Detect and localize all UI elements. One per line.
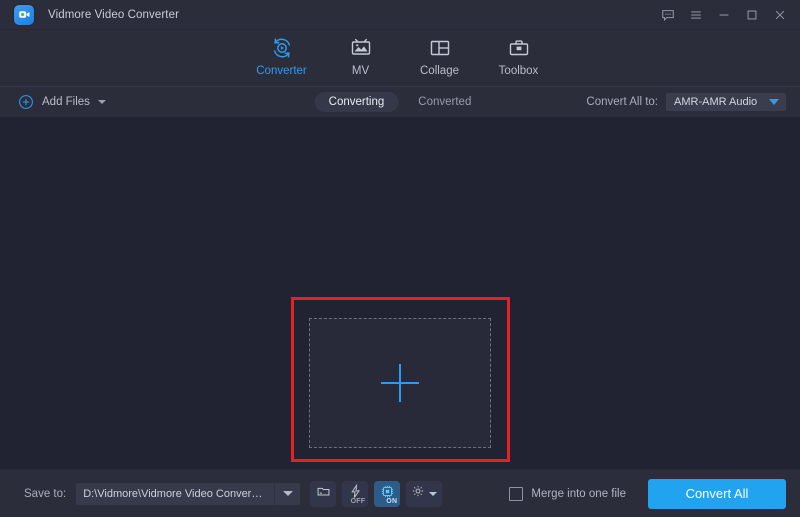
tab-mv[interactable]: MV [321, 30, 400, 91]
app-title: Vidmore Video Converter [48, 8, 180, 21]
tab-label: Collage [420, 65, 459, 77]
save-path-input[interactable]: D:\Vidmore\Vidmore Video Converter\Conve… [76, 482, 301, 505]
convert-all-to-group: Convert All to: AMR-AMR Audio [586, 93, 786, 111]
title-bar: Vidmore Video Converter [0, 0, 800, 30]
gpu-state: ON [386, 497, 398, 505]
main-nav: Converter MV Collage Toolbox [0, 30, 800, 91]
status-segmented-control: Converting Converted [314, 92, 486, 112]
app-logo [14, 4, 34, 25]
collage-layout-icon [428, 35, 452, 61]
bottom-bar: Save to: D:\Vidmore\Vidmore Video Conver… [0, 469, 800, 517]
close-icon[interactable] [766, 0, 794, 29]
tab-converter[interactable]: Converter [242, 30, 321, 91]
output-format-select[interactable]: AMR-AMR Audio [666, 93, 786, 111]
add-files-label: Add Files [42, 96, 90, 108]
checkbox-box [509, 486, 524, 501]
bottom-icon-buttons: OFF ON [310, 480, 443, 507]
high-speed-state: OFF [350, 497, 366, 505]
mv-picture-icon [349, 35, 373, 61]
minimize-icon[interactable] [710, 0, 738, 29]
high-speed-conversion-button[interactable]: OFF [342, 480, 369, 507]
chevron-down-icon[interactable] [97, 100, 106, 104]
plus-circle-icon [18, 94, 34, 110]
feedback-icon[interactable] [654, 0, 682, 29]
main-content: Click here to add media files or drag th… [0, 117, 800, 487]
sub-toolbar: Add Files Converting Converted Convert A… [0, 88, 800, 117]
folder-icon [316, 484, 331, 504]
converter-icon [270, 35, 294, 61]
save-path-value: D:\Vidmore\Vidmore Video Converter\Conve… [83, 487, 265, 500]
maximize-icon[interactable] [738, 0, 766, 29]
window-controls [654, 0, 794, 29]
tab-label: Toolbox [498, 65, 539, 77]
save-to-label: Save to: [24, 487, 67, 500]
merge-label: Merge into one file [531, 487, 626, 500]
tab-converted[interactable]: Converted [404, 92, 485, 112]
app-window: Vidmore Video Converter Converter MV Col… [0, 0, 800, 517]
tab-label: MV [351, 65, 370, 77]
tab-toolbox[interactable]: Toolbox [479, 30, 558, 91]
bottom-right-controls: Merge into one file Convert All [509, 478, 786, 509]
gpu-acceleration-button[interactable]: ON [374, 480, 401, 507]
gear-icon [411, 484, 425, 503]
add-files-button[interactable]: Add Files [18, 94, 106, 110]
save-path-dropdown[interactable] [274, 482, 300, 505]
chevron-down-icon [769, 99, 779, 105]
tab-converting[interactable]: Converting [314, 92, 399, 112]
convert-all-button[interactable]: Convert All [648, 478, 786, 509]
plus-icon [381, 364, 419, 402]
toolbox-briefcase-icon [507, 35, 531, 61]
chevron-down-icon [429, 491, 438, 496]
open-folder-button[interactable] [310, 480, 337, 507]
merge-into-one-file-checkbox[interactable]: Merge into one file [509, 486, 626, 501]
tab-label: Converter [256, 65, 307, 77]
nav-divider [0, 86, 800, 87]
convert-all-to-label: Convert All to: [586, 96, 658, 108]
convert-all-label: Convert All [685, 486, 749, 501]
chevron-down-icon [282, 491, 293, 496]
media-drop-zone[interactable] [309, 318, 491, 448]
output-format-value: AMR-AMR Audio [674, 96, 758, 108]
menu-icon[interactable] [682, 0, 710, 29]
preferences-button[interactable] [406, 480, 443, 507]
tab-collage[interactable]: Collage [400, 30, 479, 91]
